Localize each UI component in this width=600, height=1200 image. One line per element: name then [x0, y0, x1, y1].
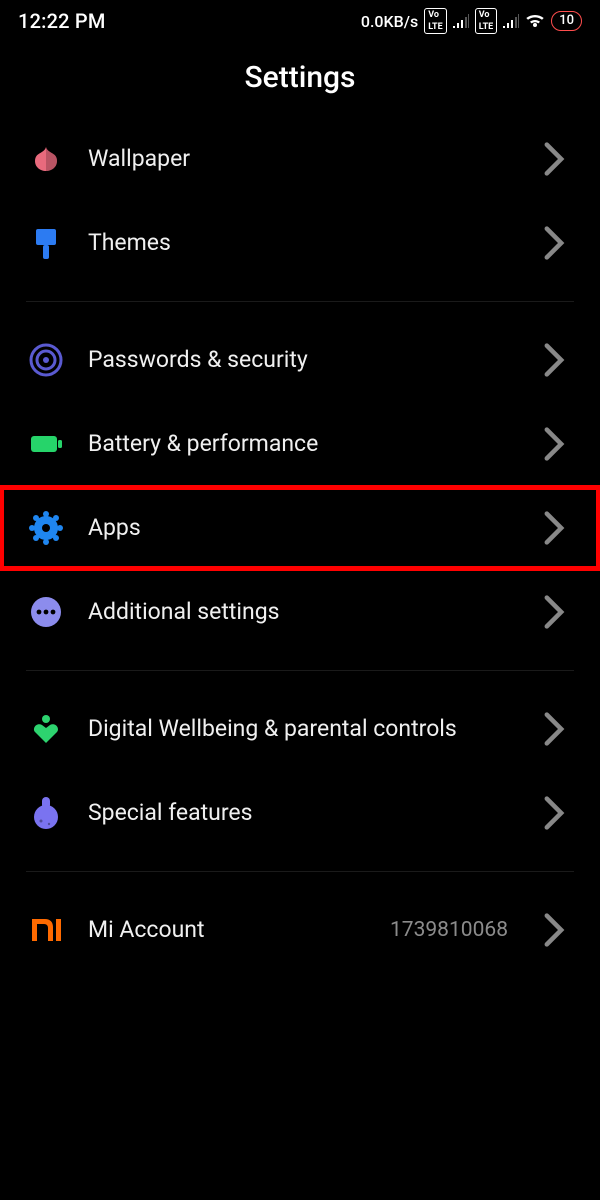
- settings-row-value: 1739810068: [390, 918, 508, 942]
- settings-row-label: Themes: [88, 229, 512, 258]
- settings-row-label: Digital Wellbeing & parental controls: [88, 715, 512, 744]
- sim2-badge: VoLTE: [475, 8, 498, 34]
- settings-row-wallpaper[interactable]: Wallpaper: [0, 117, 600, 201]
- gear-icon: [28, 510, 64, 546]
- settings-row-themes[interactable]: Themes: [0, 201, 600, 285]
- battery-icon: [28, 426, 64, 462]
- separator: [26, 301, 574, 302]
- settings-row-label: Apps: [88, 514, 512, 543]
- settings-row-label: Wallpaper: [88, 145, 512, 174]
- settings-row-label: Additional settings: [88, 598, 512, 627]
- signal-icon: [453, 14, 469, 28]
- flask-icon: [28, 795, 64, 831]
- mi-logo-icon: [28, 912, 64, 948]
- wallpaper-icon: [28, 141, 64, 177]
- chevron-right-icon: [536, 594, 572, 630]
- chevron-right-icon: [536, 342, 572, 378]
- chevron-right-icon: [536, 225, 572, 261]
- wellbeing-icon: [28, 711, 64, 747]
- sim1-badge: VoLTE: [424, 8, 447, 34]
- settings-row-label: Mi Account: [88, 916, 366, 945]
- page-title: Settings: [0, 38, 600, 117]
- settings-row-label: Battery & performance: [88, 430, 512, 459]
- signal-icon: [503, 14, 519, 28]
- themes-icon: [28, 225, 64, 261]
- chevron-right-icon: [536, 141, 572, 177]
- settings-row-label: Special features: [88, 799, 512, 828]
- status-net-speed: 0.0KB/s: [361, 12, 418, 31]
- settings-row-passwords[interactable]: Passwords & security: [0, 318, 600, 402]
- chevron-right-icon: [536, 711, 572, 747]
- settings-row-apps[interactable]: Apps: [0, 486, 600, 570]
- settings-row-label: Passwords & security: [88, 346, 512, 375]
- wifi-icon: [525, 13, 545, 29]
- settings-row-miaccount[interactable]: Mi Account 1739810068: [0, 888, 600, 972]
- status-bar: 12:22 PM 0.0KB/s VoLTE VoLTE 10: [0, 0, 600, 38]
- battery-indicator: 10: [551, 11, 582, 31]
- settings-row-special[interactable]: Special features: [0, 771, 600, 855]
- status-bar-time: 12:22 PM: [18, 9, 106, 33]
- settings-row-wellbeing[interactable]: Digital Wellbeing & parental controls: [0, 687, 600, 771]
- status-bar-right: 0.0KB/s VoLTE VoLTE 10: [361, 8, 582, 34]
- dots-icon: [28, 594, 64, 630]
- fingerprint-icon: [28, 342, 64, 378]
- settings-list: Wallpaper Themes Passwords & security Ba…: [0, 117, 600, 972]
- chevron-right-icon: [536, 426, 572, 462]
- separator: [26, 871, 574, 872]
- settings-row-battery[interactable]: Battery & performance: [0, 402, 600, 486]
- chevron-right-icon: [536, 795, 572, 831]
- settings-row-additional[interactable]: Additional settings: [0, 570, 600, 654]
- chevron-right-icon: [536, 510, 572, 546]
- separator: [26, 670, 574, 671]
- chevron-right-icon: [536, 912, 572, 948]
